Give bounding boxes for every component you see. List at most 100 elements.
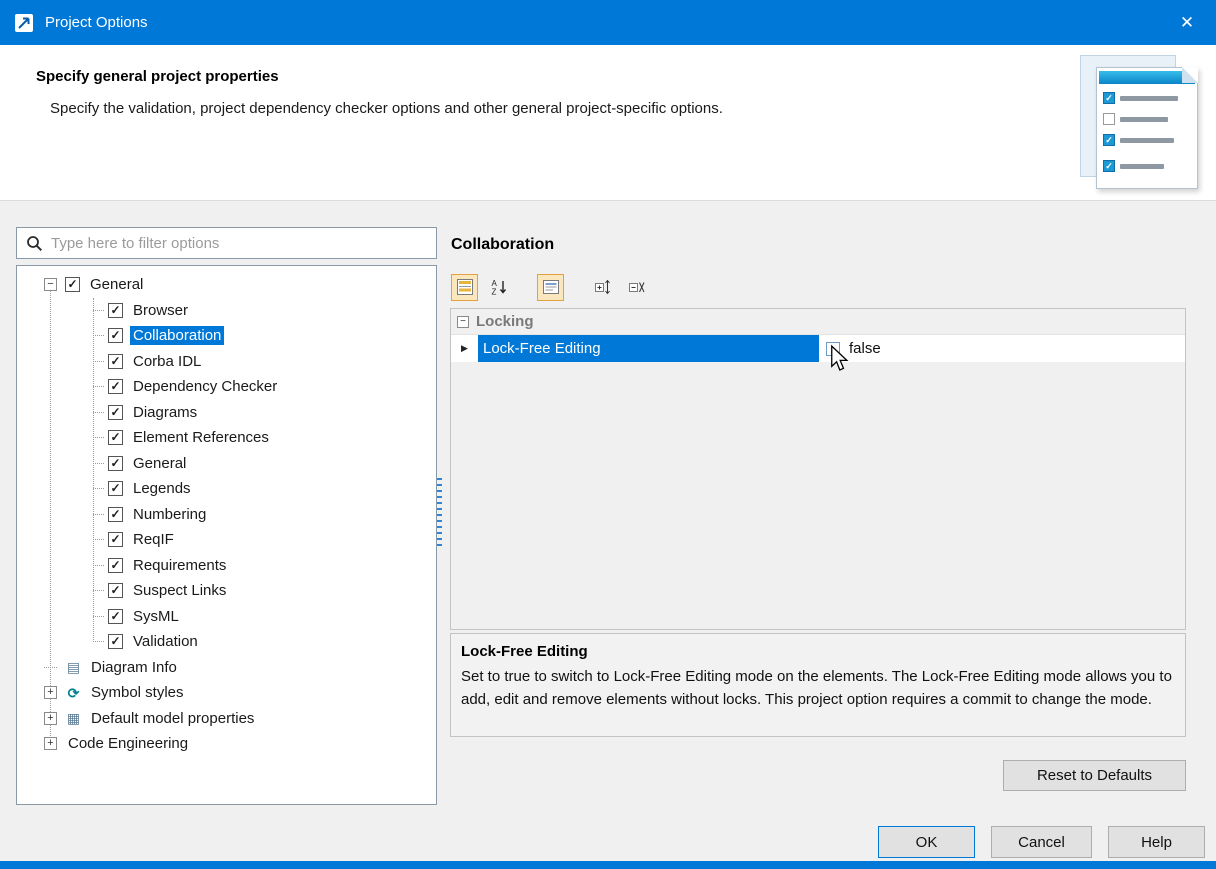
tree-item-dependency-checker[interactable]: ✓ Dependency Checker (17, 374, 436, 400)
value-checkbox-icon[interactable] (826, 342, 840, 356)
tree-item-diagram-info[interactable]: ▤ Diagram Info (17, 655, 436, 681)
tree-item-label: Dependency Checker (130, 377, 280, 396)
tree-item-label: Legends (130, 479, 194, 498)
checkbox-icon[interactable]: ✓ (108, 609, 123, 624)
tree-connector (93, 463, 104, 464)
checkbox-icon[interactable]: ✓ (108, 379, 123, 394)
tree-item-element-references[interactable]: ✓Element References (17, 425, 436, 451)
tree-item-label: Symbol styles (88, 683, 187, 702)
tree-item-label: Default model properties (88, 709, 257, 728)
grid-toolbar: AZ (451, 272, 650, 302)
description-panel: Lock-Free Editing Set to true to switch … (450, 633, 1186, 737)
property-value-cell[interactable]: false (819, 335, 1185, 362)
alphabetical-sort-button[interactable]: AZ (485, 274, 512, 301)
categorized-view-button[interactable] (451, 274, 478, 301)
tree-item-label: Numbering (130, 505, 209, 524)
collapse-all-button[interactable] (623, 274, 650, 301)
collapse-group-icon[interactable]: − (457, 316, 469, 328)
tree-item-browser[interactable]: ✓Browser (17, 298, 436, 324)
tree-item-label: Requirements (130, 556, 229, 575)
group-row-locking[interactable]: − Locking (451, 309, 1185, 335)
property-grid: − Locking ▶ Lock-Free Editing false (450, 308, 1186, 630)
tree-connector (93, 361, 104, 362)
diagram-info-icon: ▤ (65, 659, 82, 675)
checkbox-icon[interactable]: ✓ (108, 405, 123, 420)
window-title: Project Options (45, 14, 148, 31)
tree-item-sysml[interactable]: ✓SysML (17, 604, 436, 630)
show-description-button[interactable] (537, 274, 564, 301)
tree-item-general[interactable]: ✓General (17, 451, 436, 477)
panel-splitter[interactable] (437, 478, 442, 546)
cancel-button[interactable]: Cancel (991, 826, 1092, 858)
property-name[interactable]: Lock-Free Editing (478, 335, 819, 362)
checkbox-icon[interactable]: ✓ (108, 328, 123, 343)
tree-item-general[interactable]: −✓General (17, 272, 436, 298)
checkbox-icon[interactable]: ✓ (108, 456, 123, 471)
tree-item-label: Collaboration (130, 326, 224, 345)
tree-item-code-engineering[interactable]: +Code Engineering (17, 731, 436, 757)
filter-input[interactable] (51, 235, 427, 252)
help-button[interactable]: Help (1108, 826, 1205, 858)
tree-connector (93, 616, 104, 617)
tree-item-requirements[interactable]: ✓ Requirements (17, 553, 436, 579)
project-options-dialog: Project Options ✕ Specify general projec… (0, 0, 1216, 869)
tree-connector (44, 667, 57, 668)
options-tree-panel: −✓General✓Browser✓Collaboration✓Corba ID… (16, 265, 437, 805)
checkbox-icon[interactable]: ✓ (108, 583, 123, 598)
close-icon[interactable]: ✕ (1172, 13, 1202, 33)
alphabetical-sort-icon: AZ (490, 278, 508, 296)
show-description-icon (542, 278, 560, 296)
property-value: false (849, 340, 881, 357)
expand-expander-icon[interactable]: + (44, 712, 57, 725)
illustration-check-row: ✓ (1103, 92, 1178, 104)
checkbox-icon[interactable]: ✓ (108, 481, 123, 496)
tree-item-suspect-links[interactable]: ✓Suspect Links (17, 578, 436, 604)
tree-connector (93, 514, 104, 515)
tree-item-collaboration[interactable]: ✓ Collaboration (17, 323, 436, 349)
model-properties-icon: ▦ (65, 710, 82, 726)
checkbox-icon[interactable]: ✓ (108, 354, 123, 369)
tree-item-diagrams[interactable]: ✓Diagrams (17, 400, 436, 426)
row-expander-icon[interactable]: ▶ (451, 335, 478, 362)
bottom-accent-strip (0, 861, 1216, 869)
tree-item-numbering[interactable]: ✓ Numbering (17, 502, 436, 528)
expand-expander-icon[interactable]: + (44, 737, 57, 750)
expand-all-button[interactable] (589, 274, 616, 301)
checkbox-icon[interactable]: ✓ (108, 634, 123, 649)
illustration-front-sheet: ✓ ✓ ✓ (1096, 67, 1198, 189)
tree-connector (93, 335, 104, 336)
checkbox-icon[interactable]: ✓ (108, 558, 123, 573)
reset-to-defaults-button[interactable]: Reset to Defaults (1003, 760, 1186, 791)
illustration-header-band (1099, 71, 1195, 84)
expand-expander-icon[interactable]: + (44, 686, 57, 699)
checkbox-icon[interactable]: ✓ (108, 430, 123, 445)
tree-connector (93, 488, 104, 489)
tree-item-symbol-styles[interactable]: + ⟳ Symbol styles (17, 680, 436, 706)
checkbox-icon[interactable]: ✓ (108, 532, 123, 547)
tree-item-corba-idl[interactable]: ✓Corba IDL (17, 349, 436, 375)
collapse-expander-icon[interactable]: − (44, 278, 57, 291)
panel-title: Collaboration (451, 236, 554, 254)
tree-connector (93, 590, 104, 591)
svg-text:Z: Z (491, 288, 496, 297)
categorized-view-icon (456, 278, 474, 296)
tree-item-default-model-properties[interactable]: + ▦ Default model properties (17, 706, 436, 732)
tree-item-validation[interactable]: ✓ Validation (17, 629, 436, 655)
checkbox-icon[interactable]: ✓ (65, 277, 80, 292)
header-title: Specify general project properties (36, 68, 279, 85)
tree-connector (93, 565, 104, 566)
symbol-styles-icon: ⟳ (65, 685, 82, 701)
property-row-lock-free-editing[interactable]: ▶ Lock-Free Editing false (451, 335, 1185, 362)
illustration-check-row: ✓ (1103, 160, 1164, 172)
tree-item-legends[interactable]: ✓ Legends (17, 476, 436, 502)
description-body: Set to true to switch to Lock-Free Editi… (461, 665, 1175, 712)
ok-button[interactable]: OK (878, 826, 975, 858)
app-icon (14, 13, 34, 33)
checkbox-icon[interactable]: ✓ (108, 303, 123, 318)
tree-item-label: Validation (130, 632, 201, 651)
illustration-check-row (1103, 113, 1168, 125)
tree-item-label: Diagram Info (88, 658, 180, 677)
checkbox-icon[interactable]: ✓ (108, 507, 123, 522)
dialog-header: Specify general project properties Speci… (0, 45, 1216, 201)
tree-item-reqif[interactable]: ✓ReqIF (17, 527, 436, 553)
